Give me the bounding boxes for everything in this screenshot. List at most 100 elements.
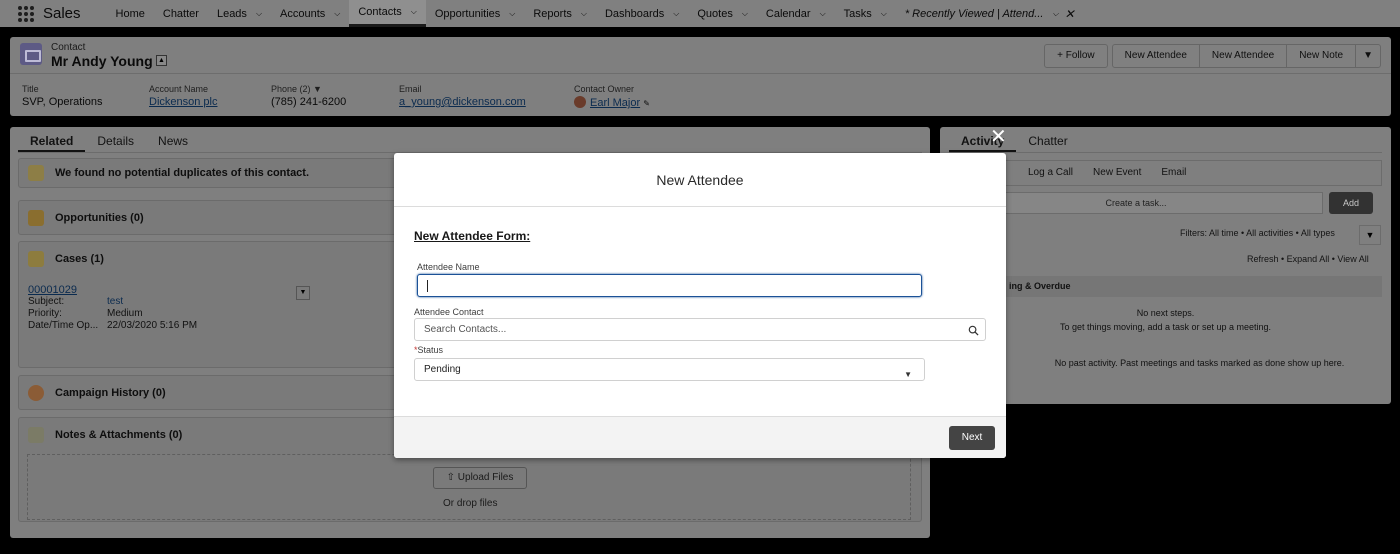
tab-news[interactable]: News: [146, 127, 200, 152]
filter-icon[interactable]: ▼: [1359, 225, 1381, 245]
nav-item-leads[interactable]: Leads ⌵: [208, 0, 271, 27]
modal-footer: Next: [394, 416, 1006, 458]
campaign-icon: [28, 385, 44, 401]
field-value[interactable]: (785) 241-6200: [271, 96, 346, 108]
change-owner-icon[interactable]: ✎: [643, 99, 650, 108]
chevron-down-icon[interactable]: ⌵: [509, 9, 515, 19]
case-item: 00001029 Subject: test Priority: Medium Da…: [28, 284, 197, 332]
more-actions-button[interactable]: ▼: [1355, 44, 1381, 68]
campaign-title[interactable]: Campaign History (0): [55, 387, 166, 399]
upcoming-overdue-header[interactable]: ing & Overdue: [949, 276, 1382, 297]
chevron-down-icon[interactable]: ⌵: [820, 9, 826, 19]
field-label: Contact Owner: [574, 84, 635, 94]
chevron-down-icon[interactable]: ⌵: [673, 9, 679, 19]
nav-item-opportunities[interactable]: Opportunities ⌵: [426, 0, 525, 27]
chevron-down-icon[interactable]: ⌵: [334, 9, 340, 19]
global-nav-bar: Sales Home Chatter Leads ⌵ Accounts ⌵ Cont…: [0, 0, 1400, 27]
nav-item-label: Calendar: [765, 7, 811, 20]
attendee-name-label: Attendee Name: [417, 262, 480, 272]
nav-item-label: Home: [115, 7, 145, 20]
field-value: SVP, Operations: [22, 96, 103, 108]
app-launcher-icon[interactable]: [18, 5, 34, 22]
chevron-down-icon[interactable]: ⌵: [411, 7, 417, 17]
nav-item-home[interactable]: Home: [107, 0, 154, 27]
account-link[interactable]: Dickenson plc: [149, 96, 217, 108]
hierarchy-icon[interactable]: ▲: [156, 55, 167, 66]
activity-filters-text: Filters: All time • All activities • All…: [1180, 228, 1335, 238]
case-row-menu-icon[interactable]: ▼: [296, 286, 310, 300]
nav-item-label: Reports: [533, 7, 572, 20]
activity-refresh-links[interactable]: Refresh • Expand All • View All: [1247, 254, 1369, 264]
case-field-value: Medium: [107, 308, 143, 319]
record-name: Mr Andy Young: [51, 53, 153, 69]
chevron-down-icon[interactable]: ⌵: [742, 9, 748, 19]
chevron-down-icon[interactable]: ⌵: [256, 9, 262, 19]
attendee-contact-search[interactable]: Search Contacts...: [414, 318, 986, 341]
next-button[interactable]: Next: [949, 426, 995, 450]
new-attendee-button[interactable]: New Attendee: [1111, 44, 1200, 68]
owner-link[interactable]: Earl Major: [590, 97, 640, 109]
search-icon[interactable]: [968, 325, 979, 336]
nav-item-label: Contacts: [358, 6, 402, 18]
no-past-activity: No past activity. Past meetings and task…: [940, 358, 1391, 368]
new-attendee-button-2[interactable]: New Attendee: [1198, 44, 1288, 68]
case-subject-link[interactable]: test: [107, 296, 123, 308]
nav-item-chatter[interactable]: Chatter: [154, 0, 208, 27]
follow-label: Follow: [1065, 50, 1095, 61]
email-link[interactable]: a_young@dickenson.com: [399, 96, 526, 108]
nav-item-contacts[interactable]: Contacts ⌵: [349, 0, 426, 27]
status-value: Pending: [424, 364, 461, 375]
case-field-label: Priority:: [28, 308, 62, 319]
case-number-link[interactable]: 00001029: [28, 284, 197, 296]
opportunity-icon: [28, 210, 44, 226]
nav-item-accounts[interactable]: Accounts ⌵: [271, 0, 349, 27]
chevron-down-icon: ▼: [313, 84, 322, 94]
avatar: [574, 96, 586, 108]
nav-item-label: Accounts: [280, 7, 326, 20]
upload-icon: ⇧: [446, 472, 458, 483]
email-tab[interactable]: Email: [1151, 161, 1196, 185]
tab-chatter[interactable]: Chatter: [1016, 127, 1079, 152]
plus-icon: +: [1057, 50, 1066, 61]
new-note-button[interactable]: New Note: [1286, 44, 1357, 68]
chevron-down-icon: ▼: [904, 370, 912, 379]
tab-related[interactable]: Related: [18, 127, 86, 152]
upload-files-button[interactable]: ⇧ Upload Files: [433, 467, 527, 489]
field-title: Title SVP, Operations: [22, 84, 103, 108]
chevron-down-icon[interactable]: ⌵: [881, 9, 887, 19]
contact-search-placeholder: Search Contacts...: [424, 324, 507, 335]
case-field-label: Subject:: [28, 296, 65, 307]
add-task-button[interactable]: Add: [1329, 192, 1373, 214]
chevron-down-icon[interactable]: ⌵: [581, 9, 587, 19]
related-tabs: Related Details News: [18, 127, 922, 153]
close-icon[interactable]: ✕: [990, 126, 1007, 146]
contact-icon: [20, 43, 42, 65]
tab-details[interactable]: Details: [85, 127, 146, 152]
new-event-tab[interactable]: New Event: [1083, 161, 1151, 185]
close-tab-icon[interactable]: ✕: [1065, 7, 1075, 21]
chevron-down-icon[interactable]: ⌵: [1052, 9, 1058, 19]
nav-item-tasks[interactable]: Tasks ⌵: [835, 0, 896, 27]
status-select[interactable]: Pending ▼: [414, 358, 925, 381]
nav-item-dashboards[interactable]: Dashboards ⌵: [596, 0, 688, 27]
no-next-line: To get things moving, add a task or set …: [1059, 322, 1272, 332]
follow-button[interactable]: + Follow: [1044, 44, 1108, 68]
app-name: Sales: [43, 5, 81, 22]
nav-item-recently-viewed[interactable]: * Recently Viewed | Attend... ⌵ ✕: [896, 0, 1084, 27]
duplicates-message: We found no potential duplicates of this…: [55, 167, 310, 179]
attendee-name-input[interactable]: [417, 274, 922, 297]
no-next-line: No next steps.: [1136, 308, 1195, 318]
field-label-phone[interactable]: Phone (2) ▼: [271, 84, 346, 94]
field-owner: Contact Owner Earl Major ✎: [574, 84, 650, 109]
case-field-label: Date/Time Op...: [28, 320, 99, 331]
log-call-tab[interactable]: Log a Call: [1018, 161, 1083, 185]
activity-panel: Activity Chatter Log a Call New Event Em…: [940, 127, 1391, 404]
modal-title: New Attendee: [394, 153, 1006, 207]
cases-title[interactable]: Cases (1): [55, 253, 104, 265]
nav-item-quotes[interactable]: Quotes ⌵: [688, 0, 757, 27]
nav-item-calendar[interactable]: Calendar ⌵: [757, 0, 835, 27]
file-drop-zone[interactable]: ⇧ Upload Files Or drop files: [27, 454, 911, 520]
notes-title[interactable]: Notes & Attachments (0): [55, 429, 182, 441]
opportunities-title[interactable]: Opportunities (0): [55, 212, 144, 224]
nav-item-reports[interactable]: Reports ⌵: [524, 0, 596, 27]
